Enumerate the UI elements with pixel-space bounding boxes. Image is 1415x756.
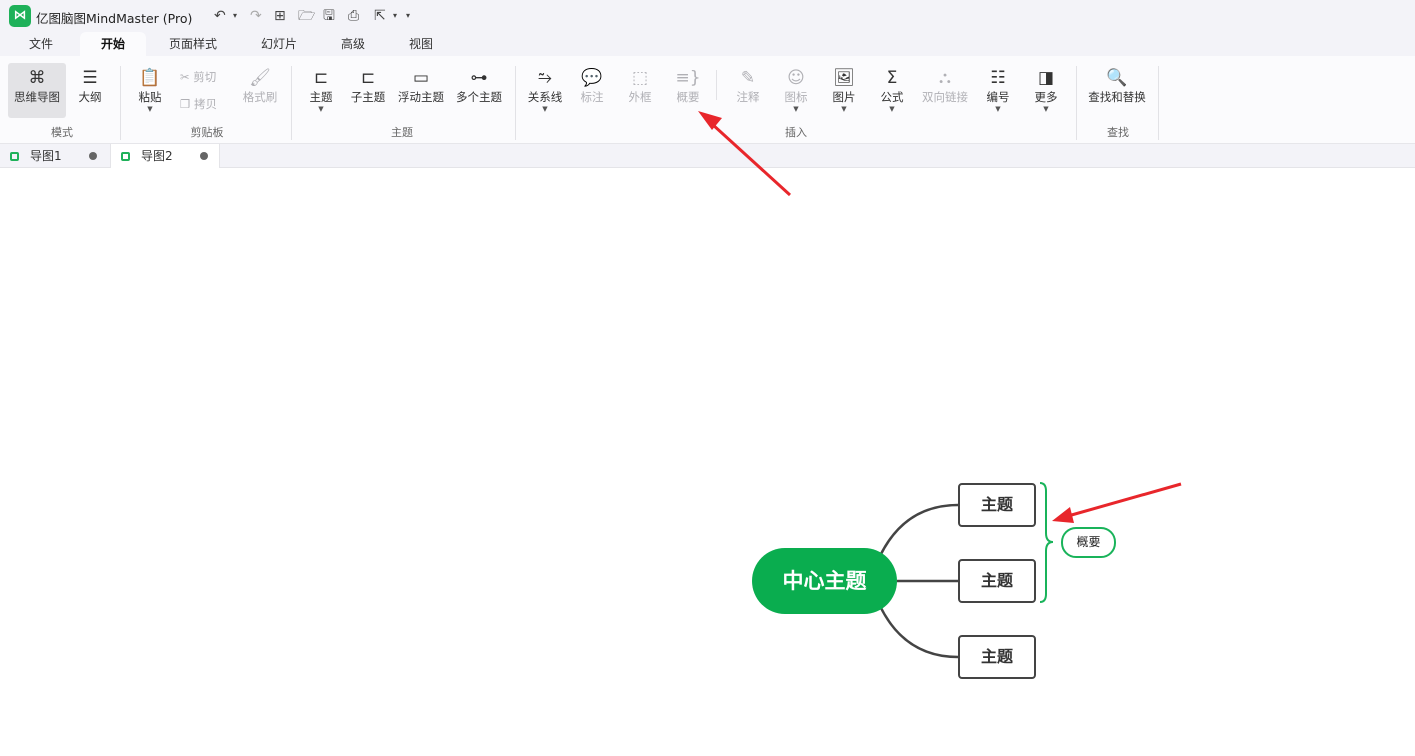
chevron-down-icon: ▼ — [995, 105, 1001, 113]
new-file-icon[interactable]: ⊞ — [274, 6, 286, 26]
doc-tab-1[interactable]: 导图1 — [0, 144, 108, 168]
floating-topic-icon: ▭ — [412, 68, 430, 88]
more-icon: ◨ — [1037, 68, 1055, 88]
group-label-insert: 插入 — [785, 126, 807, 139]
undo-dropdown-icon[interactable]: ▾ — [233, 6, 237, 26]
formula-button[interactable]: Σ 公式 ▼ — [876, 67, 908, 113]
topic-icon: ⊏ — [313, 68, 329, 88]
more-button[interactable]: ◨ 更多 ▼ — [1030, 67, 1062, 113]
subtopic-button[interactable]: ⊏ 子主题 — [348, 67, 388, 105]
topic-button[interactable]: ⊏ 主题 ▼ — [304, 67, 338, 113]
chevron-down-icon: ▼ — [542, 105, 548, 113]
customize-toolbar-icon[interactable]: ▾ — [406, 6, 410, 26]
mindmap-canvas[interactable] — [0, 168, 1415, 756]
paste-button[interactable]: 📋 粘贴 ▼ — [132, 67, 168, 113]
boundary-button[interactable]: ⬚ 外框 — [624, 67, 656, 105]
ribbon-divider — [291, 66, 292, 140]
tab-page-style[interactable]: 页面样式 — [160, 32, 226, 56]
open-folder-icon[interactable]: 🗁 — [298, 6, 315, 26]
main-topic-2[interactable]: 主题 — [958, 559, 1036, 603]
print-icon[interactable]: ⎙ — [348, 6, 359, 26]
title-bar: ⋈ 亿图脑图MindMaster (Pro) ↶ ▾ ↷ ⊞ 🗁 🖫 ⎙ ⇱ ▾… — [0, 0, 1415, 32]
find-icon: 🔍 — [1106, 68, 1128, 88]
export-icon[interactable]: ⇱ — [374, 6, 386, 26]
unsaved-dot-icon[interactable] — [200, 152, 208, 160]
chevron-down-icon: ▼ — [147, 105, 153, 113]
chevron-down-icon: ▼ — [1043, 105, 1049, 113]
chevron-down-icon: ▼ — [318, 105, 324, 113]
group-label-clipboard: 剪贴板 — [190, 126, 224, 139]
outline-mode-button[interactable]: ☰ 大纲 — [70, 67, 110, 105]
smiley-icon: ☺ — [787, 68, 805, 88]
image-icon: 🖼 — [833, 68, 855, 88]
sigma-icon: Σ — [886, 68, 898, 88]
copy-button[interactable]: ❐ 拷贝 — [180, 96, 217, 112]
ribbon-divider — [1158, 66, 1159, 140]
mindmap-file-icon — [10, 152, 19, 161]
save-icon[interactable]: 🖫 — [323, 6, 335, 26]
group-label-find: 查找 — [1107, 126, 1129, 139]
ribbon-divider — [515, 66, 516, 140]
app-title: 亿图脑图MindMaster (Pro) — [36, 11, 193, 26]
main-topic-1[interactable]: 主题 — [958, 483, 1036, 527]
summary-button[interactable]: ≡} 概要 — [672, 67, 704, 105]
numbering-button[interactable]: ☷ 编号 ▼ — [982, 67, 1014, 113]
link-nodes-icon: ⛬ — [939, 68, 951, 88]
mindmap-file-icon — [121, 152, 130, 161]
ribbon-divider — [120, 66, 121, 140]
central-topic[interactable]: 中心主题 — [752, 548, 897, 614]
note-button[interactable]: ✎ 注释 — [732, 67, 764, 105]
relationship-icon: ⥲ — [538, 68, 552, 88]
tab-slides[interactable]: 幻灯片 — [248, 32, 310, 56]
mindmap-mode-button[interactable]: ⌘ 思维导图 — [8, 63, 66, 118]
document-tab-bar: 导图1 导图2 — [0, 144, 1415, 168]
export-dropdown-icon[interactable]: ▾ — [393, 6, 397, 26]
ribbon-divider — [1076, 66, 1077, 140]
ribbon: ⌘ 思维导图 ☰ 大纲 模式 📋 粘贴 ▼ ✂ 剪切 ❐ 拷贝 🖌 格式刷 剪贴… — [0, 56, 1415, 144]
copy-icon: ❐ — [180, 97, 191, 111]
subtopic-icon: ⊏ — [360, 68, 376, 88]
icon-button[interactable]: ☺ 图标 ▼ — [780, 67, 812, 113]
app-logo-icon: ⋈ — [9, 5, 31, 27]
main-topic-3[interactable]: 主题 — [958, 635, 1036, 679]
pencil-icon: ✎ — [740, 68, 756, 88]
multiple-topics-button[interactable]: ⊶ 多个主题 — [454, 67, 504, 105]
multiple-topics-icon: ⊶ — [470, 68, 488, 88]
format-painter-button[interactable]: 🖌 格式刷 — [240, 67, 280, 105]
scissors-icon: ✂ — [180, 70, 190, 84]
numbered-list-icon: ☷ — [990, 68, 1006, 88]
chevron-down-icon: ▼ — [793, 105, 799, 113]
floating-topic-button[interactable]: ▭ 浮动主题 — [396, 67, 446, 105]
menu-bar: 文件 开始 页面样式 幻灯片 高级 视图 — [0, 32, 1415, 56]
summary-topic[interactable]: 概要 — [1061, 527, 1116, 558]
outline-icon: ☰ — [82, 68, 98, 88]
undo-icon[interactable]: ↶ — [214, 6, 226, 26]
callout-button[interactable]: 💬 标注 — [576, 67, 608, 105]
image-button[interactable]: 🖼 图片 ▼ — [828, 67, 860, 113]
doc-tab-2[interactable]: 导图2 — [110, 144, 220, 168]
group-label-mode: 模式 — [51, 126, 73, 139]
chevron-down-icon: ▼ — [841, 105, 847, 113]
chevron-down-icon: ▼ — [889, 105, 895, 113]
summary-icon: ≡} — [675, 68, 701, 88]
tab-advanced[interactable]: 高级 — [330, 32, 376, 56]
tab-home[interactable]: 开始 — [80, 32, 146, 56]
tab-file[interactable]: 文件 — [14, 32, 68, 56]
clipboard-icon: 📋 — [139, 68, 161, 88]
cut-button[interactable]: ✂ 剪切 — [180, 69, 216, 85]
redo-icon[interactable]: ↷ — [250, 6, 262, 26]
tab-view[interactable]: 视图 — [398, 32, 444, 56]
relationship-button[interactable]: ⥲ 关系线 ▼ — [526, 67, 564, 113]
paintbrush-icon: 🖌 — [249, 68, 271, 88]
boundary-icon: ⬚ — [631, 68, 649, 88]
bidirectional-link-button[interactable]: ⛬ 双向链接 — [918, 67, 972, 105]
group-label-topic: 主题 — [391, 126, 413, 139]
mindmap-icon: ⌘ — [28, 68, 46, 88]
unsaved-dot-icon[interactable] — [89, 152, 97, 160]
callout-icon: 💬 — [581, 68, 603, 88]
ribbon-divider — [716, 70, 717, 100]
find-replace-button[interactable]: 🔍 查找和替换 — [1084, 67, 1150, 105]
